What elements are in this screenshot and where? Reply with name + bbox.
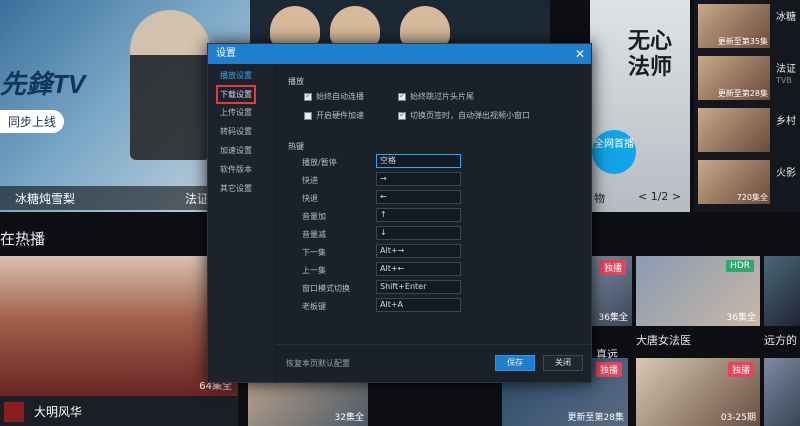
nav-download[interactable]: 下载设置 <box>216 85 256 104</box>
tile-caption: 36集全 <box>726 313 756 323</box>
hotkey-input-play-pause[interactable]: 空格 <box>376 154 461 168</box>
tile-caption: 36集全 <box>598 313 628 323</box>
show-tile[interactable] <box>764 256 800 326</box>
tile-caption: 32集全 <box>334 413 364 423</box>
group-playback: 播放 <box>288 77 304 86</box>
hero-pager[interactable]: < 1/2 > <box>638 190 681 203</box>
dialog-title-bar[interactable]: 设置 ✕ <box>208 44 591 64</box>
live-badge: 全网首播 <box>592 130 636 174</box>
side-item[interactable]: 更新至第28集 法证 TVB <box>698 54 800 100</box>
nav-accelerate[interactable]: 加速设置 <box>220 145 252 156</box>
nav-playback[interactable]: 播放设置 <box>220 70 252 81</box>
side-item[interactable]: 更新至第35集 冰糖 <box>698 2 800 48</box>
hotkey-input-window-mode[interactable]: Shift+Enter <box>376 280 461 294</box>
hw-accel-checkbox[interactable]: 开启硬件加速 <box>304 110 364 121</box>
hotkey-input-volume-up[interactable]: ↑ <box>376 208 461 222</box>
hero-side-title: 无心法师 <box>628 28 673 80</box>
big-poster-title-bar: 大明风华 <box>0 396 238 426</box>
channel-logo: 先鋒TV <box>0 69 86 99</box>
close-icon[interactable]: ✕ <box>575 44 585 64</box>
tile-badge: 独播 <box>727 362 754 377</box>
side-item-name: 乡村 <box>776 116 796 127</box>
side-item[interactable]: 乡村 <box>698 106 800 152</box>
tile-badge: 独播 <box>599 260 626 275</box>
reset-defaults-link[interactable]: 恢复本页默认配置 <box>286 358 350 369</box>
close-button[interactable]: 关闭 <box>543 355 583 371</box>
sync-tag: 同步上线 <box>0 110 65 133</box>
hotkey-label: 快进 <box>302 176 318 185</box>
skip-intro-checkbox[interactable]: 始终跳过片头片尾 <box>398 91 474 102</box>
settings-body: 播放 始终自动连播 始终跳过片头片尾 开启硬件加速 切换页签时，自动弹出视频小窗… <box>276 64 591 344</box>
hero-banner-right[interactable]: 无心法师 全网首播 物 < 1/2 > <box>590 0 690 212</box>
hero-figure <box>130 10 210 160</box>
hotkey-label: 快退 <box>302 194 318 203</box>
checkbox-label: 开启硬件加速 <box>316 111 364 120</box>
hotkey-input-boss-key[interactable]: Alt+A <box>376 298 461 312</box>
poster-mini-icon <box>4 402 24 422</box>
side-recommend-list: 更新至第35集 冰糖 更新至第28集 法证 TVB 乡村 720集全 火影 <box>694 0 800 212</box>
side-item-name: 火影 <box>776 168 796 179</box>
checkbox-label: 始终自动连播 <box>316 92 364 101</box>
group-hotkeys: 热键 <box>288 142 304 151</box>
mini-window-checkbox[interactable]: 切换页签时，自动弹出视频小窗口 <box>398 110 530 121</box>
dialog-title: 设置 <box>216 48 236 59</box>
settings-nav: 播放设置 下载设置 上传设置 转码设置 加速设置 软件版本 其它设置 <box>208 64 276 382</box>
tile-title[interactable]: 大唐女法医 <box>636 332 691 348</box>
hotkey-label: 老板键 <box>302 302 326 311</box>
hero-caption-left[interactable]: 冰糖炖雪梨 <box>15 190 75 207</box>
hotkey-input-forward[interactable]: → <box>376 172 461 186</box>
show-tile[interactable]: 独播 03-25期 <box>636 358 760 426</box>
checkbox-box[interactable] <box>304 91 312 101</box>
hotkey-label: 上一集 <box>302 266 326 275</box>
hotkey-label: 播放/暂停 <box>302 158 337 167</box>
side-item[interactable]: 720集全 火影 <box>698 158 800 204</box>
nav-version[interactable]: 软件版本 <box>220 164 252 175</box>
hotkey-label: 下一集 <box>302 248 326 257</box>
section-title: 在热播 <box>0 230 46 248</box>
dialog-footer: 恢复本页默认配置 保存 关闭 <box>276 344 591 382</box>
nav-transcode[interactable]: 转码设置 <box>220 126 252 137</box>
side-thumb: 720集全 <box>698 160 770 204</box>
hotkey-input-rewind[interactable]: ← <box>376 190 461 204</box>
auto-continue-checkbox[interactable]: 始终自动连播 <box>304 91 364 102</box>
hotkey-input-prev[interactable]: Alt+← <box>376 262 461 276</box>
hotkey-label: 窗口模式切换 <box>302 284 350 293</box>
checkbox-box[interactable] <box>304 111 312 120</box>
tile-title[interactable]: 远方的 <box>764 332 797 348</box>
tile-badge: HDR <box>726 260 754 272</box>
settings-dialog: 设置 ✕ 播放设置 下载设置 上传设置 转码设置 加速设置 软件版本 其它设置 … <box>207 43 592 383</box>
checkbox-box[interactable] <box>398 91 406 101</box>
hotkey-input-next[interactable]: Alt+→ <box>376 244 461 258</box>
side-item-sub: TVB <box>776 76 792 85</box>
nav-other[interactable]: 其它设置 <box>220 183 252 194</box>
nav-upload[interactable]: 上传设置 <box>220 107 252 118</box>
checkbox-box[interactable] <box>398 110 406 120</box>
side-thumb: 更新至第35集 <box>698 4 770 48</box>
hotkey-label: 音量加 <box>302 212 326 221</box>
show-tile[interactable]: 独播 36集全 <box>592 256 632 326</box>
side-item-name: 冰糖 <box>776 12 796 23</box>
hotkey-label: 音量减 <box>302 230 326 239</box>
save-button[interactable]: 保存 <box>495 355 535 371</box>
hero-category: 物 <box>594 192 605 205</box>
show-tile[interactable]: HDR 36集全 <box>636 256 760 326</box>
big-poster[interactable]: 64集全 <box>0 256 238 396</box>
app-window: 先鋒TV 同步上线 冰糖炖雪梨 法证先锋4 无心法师 全网首播 物 < 1/2 … <box>0 0 800 426</box>
side-item-name: 法证 <box>776 64 796 75</box>
tile-caption: 更新至第28集 <box>567 413 624 423</box>
big-poster-title[interactable]: 大明风华 <box>34 403 82 420</box>
tile-badge: 独播 <box>595 362 622 377</box>
checkbox-label: 始终跳过片头片尾 <box>410 92 474 101</box>
tile-caption: 03-25期 <box>720 413 756 423</box>
show-tile[interactable] <box>764 358 800 426</box>
hotkey-input-volume-down[interactable]: ↓ <box>376 226 461 240</box>
side-thumb <box>698 108 770 152</box>
checkbox-label: 切换页签时，自动弹出视频小窗口 <box>410 111 530 120</box>
side-thumb: 更新至第28集 <box>698 56 770 100</box>
